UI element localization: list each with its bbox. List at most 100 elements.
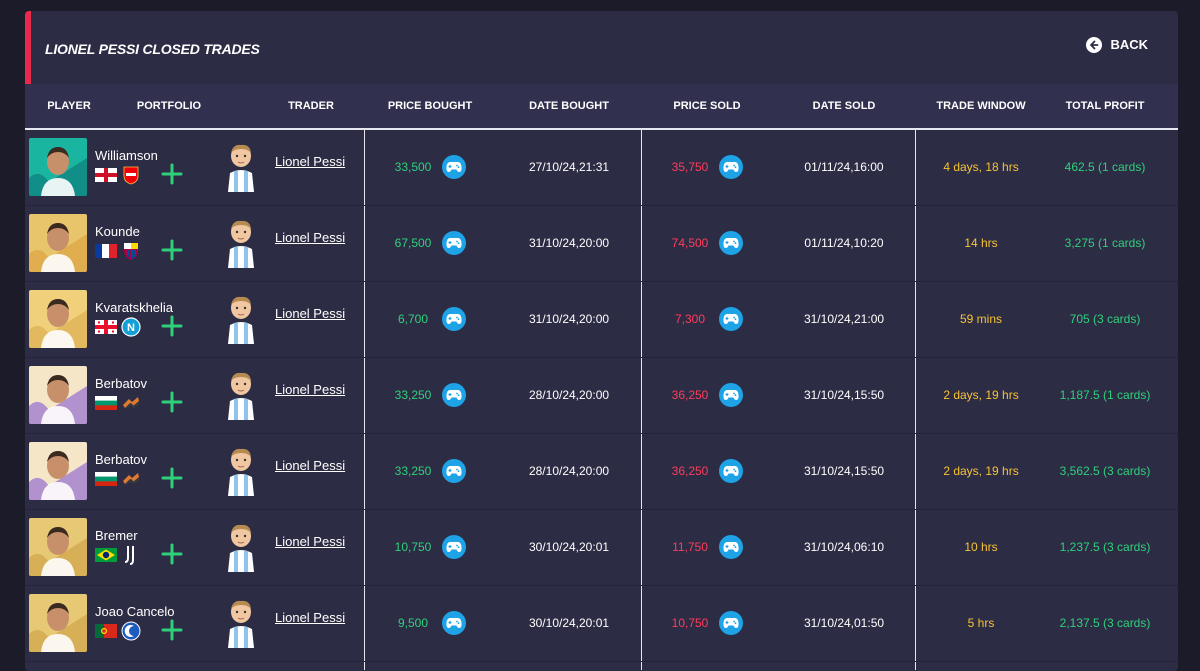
- flag-bulgaria-icon: [95, 396, 117, 410]
- table-row[interactable]: Williamson Lionel Pessi 33,500 27/10/24,…: [25, 130, 1178, 206]
- total-profit: 3,275 (1 cards): [1064, 236, 1146, 250]
- trade-window: 14 hrs: [964, 236, 998, 250]
- trade-window: 4 days, 18 hrs: [943, 160, 1019, 174]
- trader-link[interactable]: Lionel Pessi: [275, 154, 345, 169]
- date-sold: 31/10/24,15:50: [803, 464, 885, 478]
- svg-text:N: N: [127, 322, 135, 334]
- plus-icon[interactable]: [161, 619, 183, 644]
- player-photo[interactable]: [29, 214, 87, 272]
- gamepad-icon: [442, 535, 466, 559]
- player-photo[interactable]: [29, 366, 87, 424]
- napoli-crest-icon: N: [121, 317, 141, 337]
- table-row[interactable]: Berbatov Lionel Pessi 33,250 28/10/24,20…: [25, 358, 1178, 434]
- plus-icon[interactable]: [161, 239, 183, 264]
- table-row[interactable]: Kvaratskhelia N Lionel Pessi 6,700 31/10…: [25, 282, 1178, 358]
- player-name[interactable]: Berbatov: [95, 452, 147, 467]
- trade-window: 5 hrs: [967, 616, 995, 630]
- trader-avatar-icon: [224, 523, 258, 576]
- column-header-total-profit[interactable]: TOTAL PROFIT: [1066, 84, 1145, 128]
- price-sold: 35,750: [671, 160, 709, 174]
- trader-link[interactable]: Lionel Pessi: [275, 230, 345, 245]
- date-sold: 31/10/24,21:00: [803, 312, 885, 326]
- date-sold: 31/10/24,01:50: [803, 616, 885, 630]
- table-row[interactable]: Bremer Lionel Pessi 10,750 30/10/24,20:0…: [25, 510, 1178, 586]
- flag-georgia-icon: [95, 320, 117, 334]
- date-sold: 01/11/24,16:00: [804, 160, 884, 174]
- player-name[interactable]: Williamson: [95, 148, 158, 163]
- column-header-trader[interactable]: TRADER: [288, 84, 334, 128]
- plus-icon[interactable]: [161, 467, 183, 492]
- date-sold: 31/10/24,15:50: [803, 388, 885, 402]
- price-bought: 6,700: [397, 312, 429, 326]
- player-photo[interactable]: [29, 290, 87, 348]
- trade-window: 59 mins: [959, 312, 1003, 326]
- column-header-date-sold[interactable]: DATE SOLD: [813, 84, 876, 128]
- plus-icon[interactable]: [161, 543, 183, 568]
- icons-crest-icon: [121, 469, 141, 489]
- column-header-price-sold[interactable]: PRICE SOLD: [673, 84, 740, 128]
- gamepad-icon: [719, 383, 743, 407]
- player-name[interactable]: Kounde: [95, 224, 140, 239]
- gamepad-icon: [719, 307, 743, 331]
- plus-icon[interactable]: [161, 163, 183, 188]
- gamepad-icon: [442, 459, 466, 483]
- table-row[interactable]: Berbatov Lionel Pessi 33,250 28/10/24,20…: [25, 434, 1178, 510]
- plus-icon[interactable]: [161, 391, 183, 416]
- trader-avatar-icon: [224, 295, 258, 348]
- column-header-date-bought[interactable]: DATE BOUGHT: [529, 84, 609, 128]
- total-profit: 1,187.5 (1 cards): [1059, 388, 1151, 402]
- price-bought: 10,750: [394, 540, 432, 554]
- trades-table-body: Williamson Lionel Pessi 33,500 27/10/24,…: [25, 130, 1178, 670]
- flag-bulgaria-icon: [95, 472, 117, 486]
- juventus-crest-icon: [121, 545, 141, 565]
- total-profit: 1,237.5 (3 cards): [1059, 540, 1151, 554]
- flag-england-icon: [95, 168, 117, 182]
- player-photo[interactable]: [29, 594, 87, 652]
- trade-window: 10 hrs: [964, 540, 998, 554]
- table-row[interactable]: Joao Cancelo Lionel Pessi 9,500 30/10/24…: [25, 586, 1178, 662]
- date-bought: 31/10/24,20:00: [528, 236, 610, 250]
- price-bought: 67,500: [394, 236, 432, 250]
- price-bought: 33,250: [394, 388, 432, 402]
- date-sold: 01/11/24,10:20: [804, 236, 884, 250]
- gamepad-icon: [442, 155, 466, 179]
- player-photo[interactable]: [29, 138, 87, 196]
- player-name[interactable]: Joao Cancelo: [95, 604, 175, 619]
- closed-trades-panel: LIONEL PESSI CLOSED TRADES BACK PLAYER P…: [25, 11, 1178, 671]
- back-label: BACK: [1110, 37, 1148, 52]
- trader-link[interactable]: Lionel Pessi: [275, 306, 345, 321]
- trader-avatar-icon: [224, 599, 258, 652]
- gamepad-icon: [442, 307, 466, 331]
- trader-avatar-icon: [224, 219, 258, 272]
- column-header-price-bought[interactable]: PRICE BOUGHT: [388, 84, 472, 128]
- gamepad-icon: [719, 459, 743, 483]
- player-name[interactable]: Bremer: [95, 528, 138, 543]
- trader-avatar-icon: [224, 143, 258, 196]
- trader-link[interactable]: Lionel Pessi: [275, 458, 345, 473]
- date-bought: 28/10/24,20:00: [528, 464, 610, 478]
- column-header-portfolio[interactable]: PORTFOLIO: [137, 84, 201, 128]
- player-photo[interactable]: [29, 442, 87, 500]
- total-profit: 462.5 (1 cards): [1064, 160, 1146, 174]
- arsenal-crest-icon: [121, 165, 141, 185]
- table-row[interactable]: Kounde Lionel Pessi 67,500 31/10/24,20:0…: [25, 206, 1178, 282]
- trader-link[interactable]: Lionel Pessi: [275, 534, 345, 549]
- trader-avatar-icon: [224, 447, 258, 500]
- player-name[interactable]: Berbatov: [95, 376, 147, 391]
- player-photo[interactable]: [29, 518, 87, 576]
- player-name[interactable]: Kvaratskhelia: [95, 300, 173, 315]
- trader-link[interactable]: Lionel Pessi: [275, 382, 345, 397]
- barcelona-crest-icon: [121, 241, 141, 261]
- gamepad-icon: [442, 231, 466, 255]
- trader-link[interactable]: Lionel Pessi: [275, 610, 345, 625]
- price-sold: 11,750: [672, 540, 708, 554]
- back-button[interactable]: BACK: [1086, 36, 1148, 53]
- total-profit: 705 (3 cards): [1069, 312, 1141, 326]
- price-sold: 36,250: [671, 388, 709, 402]
- date-sold: 31/10/24,06:10: [803, 540, 885, 554]
- date-bought: 30/10/24,20:01: [528, 616, 610, 630]
- price-sold: 10,750: [671, 616, 709, 630]
- column-header-player[interactable]: PLAYER: [47, 84, 91, 128]
- plus-icon[interactable]: [161, 315, 183, 340]
- column-header-trade-window[interactable]: TRADE WINDOW: [936, 84, 1025, 128]
